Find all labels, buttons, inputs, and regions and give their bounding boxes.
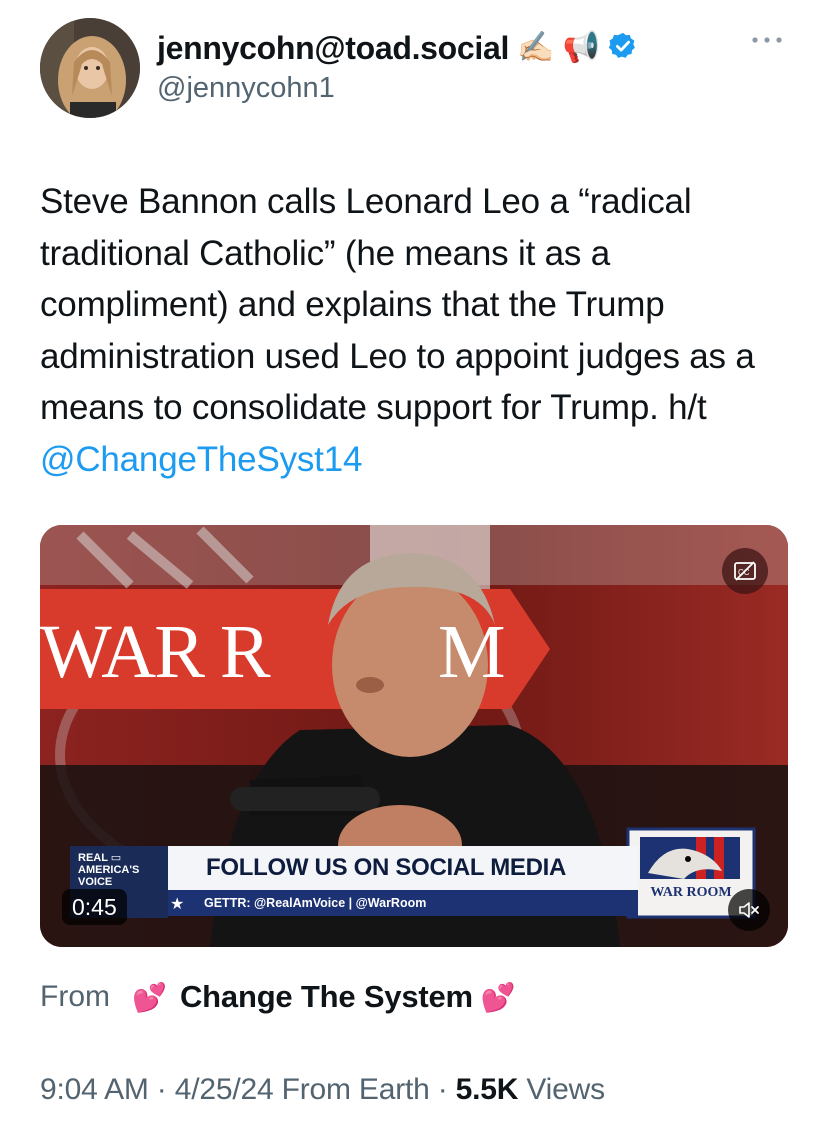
author-handle[interactable]: @jennycohn1 xyxy=(157,72,335,105)
views-label: Views xyxy=(526,1073,605,1106)
verified-badge-icon[interactable] xyxy=(608,31,638,66)
more-options-icon[interactable] xyxy=(750,32,784,50)
lower-third: REAL ▭ AMERICA'S VOICE FOLLOW US ON SOCIAL… xyxy=(70,846,638,918)
star-icon: ★ xyxy=(170,896,185,913)
tweet-body: Steve Bannon calls Leonard Leo a “radica… xyxy=(40,182,755,427)
display-name[interactable]: jennycohn@toad.social xyxy=(157,30,509,67)
two-hearts-icon: 💕 xyxy=(480,981,516,1013)
author-name-row: jennycohn@toad.social ✍🏻 📢 xyxy=(157,26,638,70)
backdrop-text-right: M xyxy=(438,610,506,694)
mention-link[interactable]: @ChangeTheSyst14 xyxy=(40,440,362,479)
tweet-meta: 9:04 AM · 4/25/24 From Earth · 5.5K View… xyxy=(40,1073,605,1106)
tweet-date[interactable]: 4/25/24 xyxy=(175,1073,274,1106)
tweet-time[interactable]: 9:04 AM xyxy=(40,1073,149,1106)
backdrop-text-left: WAR R xyxy=(40,610,271,694)
avatar[interactable] xyxy=(40,18,140,118)
megaphone-icon: 📢 xyxy=(562,31,600,64)
video-duration: 0:45 xyxy=(62,889,127,925)
lower-third-headline: FOLLOW US ON SOCIAL MEDIA xyxy=(168,846,638,890)
from-label: From xyxy=(40,980,110,1013)
video-player[interactable]: WAR R M CC WAR ROOM REAL ▭AMERICA'SVOICE… xyxy=(40,525,788,947)
captions-off-icon[interactable]: CC xyxy=(722,548,768,594)
source-name[interactable]: Change The System xyxy=(180,979,473,1015)
tweet-location: From Earth xyxy=(281,1073,430,1106)
writing-hand-icon: ✍🏻 xyxy=(517,31,555,64)
source-row: From 💕 Change The System 💕 xyxy=(40,975,521,1019)
two-hearts-icon: 💕 xyxy=(132,981,167,1013)
views-count[interactable]: 5.5K xyxy=(456,1073,519,1106)
speaker-muted-icon[interactable] xyxy=(728,889,770,931)
lower-third-subline: GETTR: @RealAmVoice | @WarRoom xyxy=(168,890,638,916)
tweet-text: Steve Bannon calls Leonard Leo a “radica… xyxy=(40,176,780,485)
